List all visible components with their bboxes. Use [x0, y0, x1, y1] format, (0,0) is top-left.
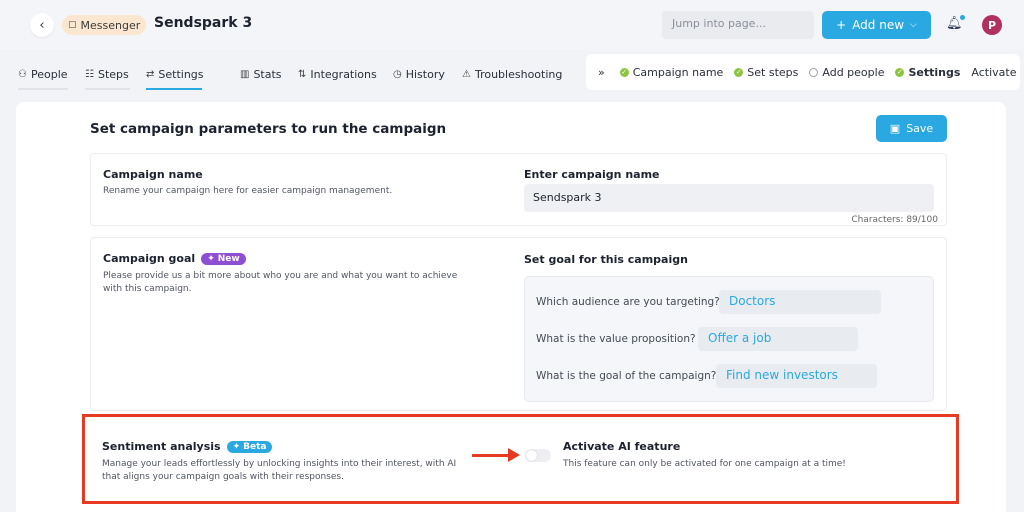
- save-label: Save: [906, 122, 934, 135]
- campaign-type-badge: ▢ Messenger: [62, 15, 147, 35]
- goal-answer-input[interactable]: Doctors: [719, 290, 881, 314]
- arrow-head-icon: [508, 448, 520, 462]
- notification-dot: [960, 15, 965, 20]
- goal-answer-input[interactable]: Find new investors: [716, 364, 877, 388]
- empty-circle-icon: [809, 67, 819, 77]
- toggle-knob: [526, 450, 537, 461]
- step-label: Add people: [822, 65, 885, 79]
- step-campaign-name[interactable]: ✓ Campaign name: [619, 65, 724, 79]
- tab-label: Settings: [158, 68, 204, 81]
- check-icon: ✓: [734, 67, 744, 77]
- history-icon: ◷: [393, 69, 402, 80]
- settings-icon: ⇄: [146, 69, 155, 80]
- chevron-down-icon: ⌵: [910, 20, 917, 30]
- ai-feature-toggle[interactable]: [525, 449, 551, 462]
- new-badge-label: New: [217, 254, 240, 264]
- tab-divider: [18, 88, 68, 90]
- tab-people[interactable]: ⚇ People: [18, 68, 68, 81]
- top-bar: ‹ ▢ Messenger Sendspark 3 Jump into page…: [0, 0, 1024, 50]
- save-button[interactable]: ▣ Save: [876, 115, 947, 142]
- step-set-steps[interactable]: ✓ Set steps: [734, 66, 798, 79]
- avatar[interactable]: P: [982, 15, 1002, 35]
- tab-label: Steps: [97, 68, 129, 81]
- enter-campaign-name-label: Enter campaign name: [524, 168, 660, 181]
- tab-label: Troubleshooting: [474, 68, 563, 81]
- tab-divider: [85, 88, 130, 90]
- save-icon: ▣: [889, 122, 901, 135]
- campaign-stepper: » ✓ Campaign name ✓ Set steps Add people ✓…: [586, 54, 1020, 90]
- campaign-goal-description-1: Please provide us a bit more about who y…: [103, 271, 458, 281]
- tab-label: Integrations: [310, 68, 377, 81]
- character-count: Characters: 89/100: [851, 215, 938, 225]
- tab-troubleshooting[interactable]: ⚠ Troubleshooting: [462, 68, 562, 81]
- step-add-people[interactable]: Add people: [809, 66, 884, 79]
- active-tab-underline: [146, 88, 202, 90]
- chevron-left-icon: ‹: [39, 17, 45, 33]
- step-label: Set steps: [747, 65, 799, 79]
- tab-label: People: [30, 68, 68, 81]
- step-label: Activate: [971, 65, 1017, 79]
- step-settings[interactable]: ✓ Settings: [895, 66, 960, 79]
- campaign-type-label: Messenger: [80, 18, 141, 32]
- campaign-name-description: Rename your campaign here for easier cam…: [103, 186, 393, 196]
- tab-label: History: [405, 68, 445, 81]
- campaign-name-panel: Campaign name Rename your campaign here …: [90, 153, 947, 226]
- goal-question: What is the goal of the campaign?: [536, 370, 717, 382]
- add-new-button[interactable]: + Add new ⌵: [822, 11, 931, 39]
- campaign-goal-panel: Campaign goal ✦ New Please provide us a bi…: [90, 237, 947, 411]
- highlight-box: [82, 414, 959, 504]
- jump-into-page-input[interactable]: Jump into page...: [662, 11, 814, 39]
- back-button[interactable]: ‹: [30, 13, 54, 37]
- tab-history[interactable]: ◷ History: [393, 68, 445, 81]
- integrations-icon: ⇅: [298, 69, 307, 80]
- step-activate[interactable]: Activate: [971, 66, 1016, 79]
- chat-icon: ▢: [68, 20, 77, 30]
- people-icon: ⚇: [18, 69, 27, 80]
- step-label: Settings: [908, 65, 961, 79]
- tab-settings[interactable]: ⇄ Settings: [146, 68, 204, 81]
- step-label: Campaign name: [632, 65, 724, 79]
- page-title: Sendspark 3: [154, 15, 253, 31]
- add-new-label: Add new: [852, 18, 905, 32]
- tab-steps[interactable]: ☷ Steps: [85, 68, 129, 81]
- campaign-goal-label: Campaign goal: [103, 252, 196, 265]
- annotation-arrow: [472, 454, 512, 457]
- check-icon: ✓: [895, 67, 905, 77]
- campaign-goal-heading: Campaign goal ✦ New: [103, 252, 246, 265]
- campaign-goal-description-2: with this campaign.: [103, 284, 192, 294]
- warning-icon: ⚠: [462, 69, 471, 80]
- tab-stats[interactable]: ▥ Stats: [240, 68, 282, 81]
- tab-integrations[interactable]: ⇅ Integrations: [298, 68, 377, 81]
- goal-answer-input[interactable]: Offer a job: [698, 327, 858, 351]
- double-chevron-right-icon[interactable]: »: [598, 66, 605, 79]
- steps-icon: ☷: [85, 69, 94, 80]
- sparkle-icon: ✦: [207, 254, 215, 264]
- check-icon: ✓: [619, 67, 629, 77]
- goal-questions-box: Which audience are you targeting? Doctor…: [524, 276, 934, 402]
- campaign-name-label: Campaign name: [103, 168, 203, 181]
- goal-question: What is the value proposition?: [536, 333, 696, 345]
- tab-label: Stats: [253, 68, 282, 81]
- campaign-name-input[interactable]: Sendspark 3: [524, 184, 934, 212]
- new-badge: ✦ New: [201, 253, 246, 265]
- goal-question: Which audience are you targeting?: [536, 296, 720, 308]
- plus-icon: +: [836, 18, 847, 32]
- stats-icon: ▥: [240, 69, 250, 80]
- section-title: Set campaign parameters to run the campa…: [90, 121, 447, 137]
- set-goal-label: Set goal for this campaign: [524, 253, 688, 266]
